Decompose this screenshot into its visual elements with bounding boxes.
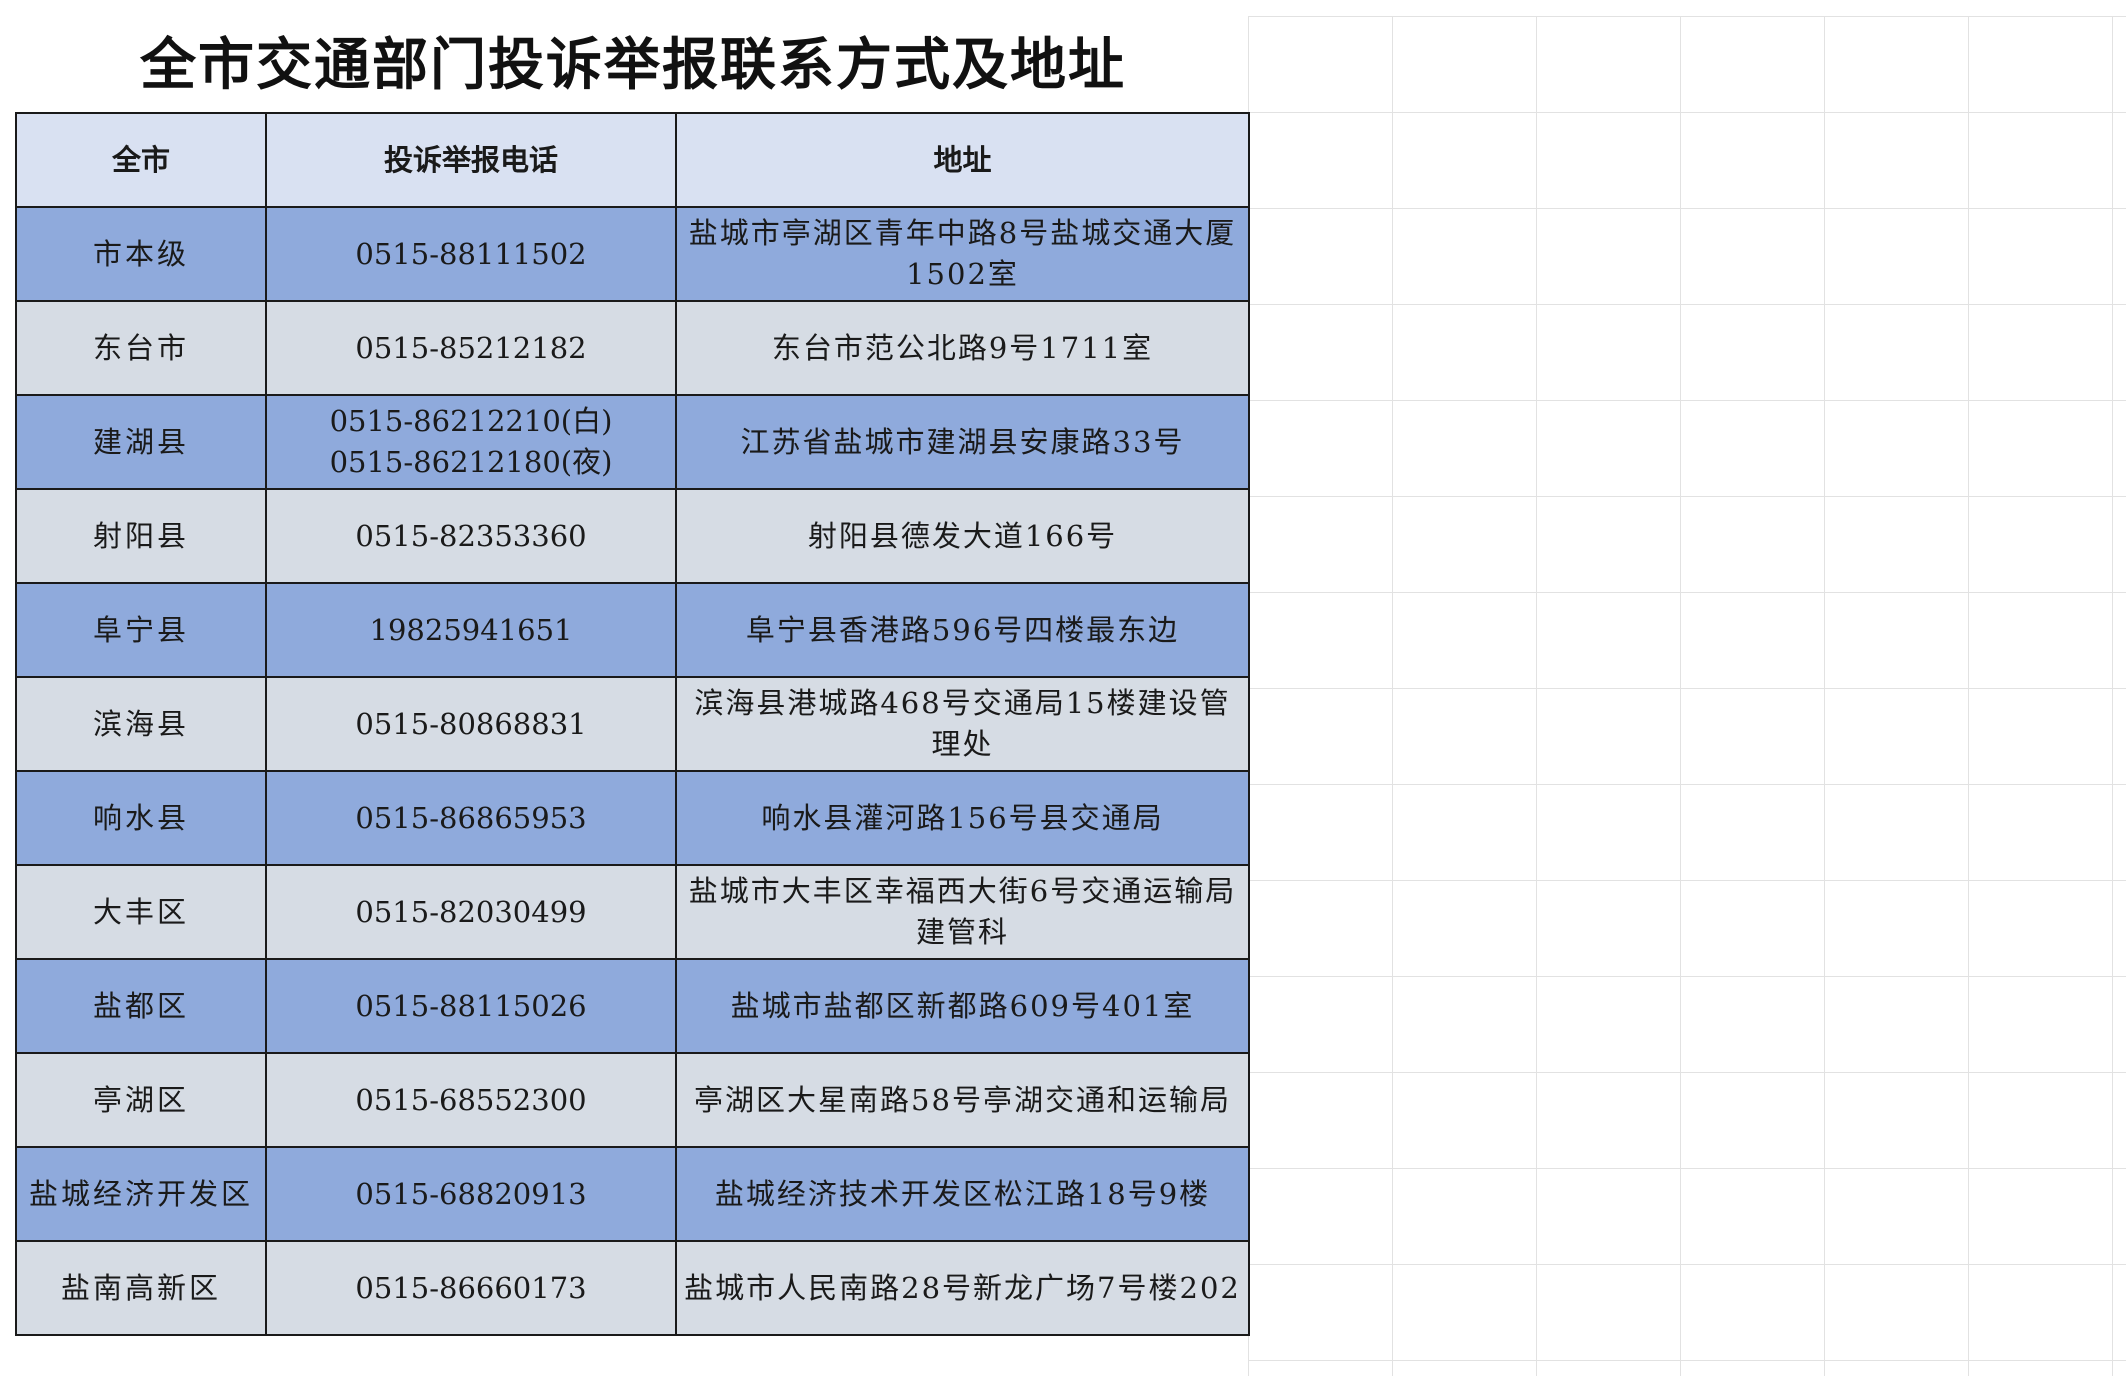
phone-cell[interactable]: 0515-85212182 bbox=[265, 300, 677, 396]
phone-cell[interactable]: 0515-80868831 bbox=[265, 676, 677, 772]
table-row: 射阳县 0515-82353360 射阳县德发大道166号 bbox=[15, 488, 1250, 584]
phone-cell[interactable]: 19825941651 bbox=[265, 582, 677, 678]
area-cell[interactable]: 阜宁县 bbox=[15, 582, 267, 678]
area-cell[interactable]: 滨海县 bbox=[15, 676, 267, 772]
phone-cell[interactable]: 0515-86660173 bbox=[265, 1240, 677, 1336]
area-cell[interactable]: 市本级 bbox=[15, 206, 267, 302]
area-cell[interactable]: 大丰区 bbox=[15, 864, 267, 960]
table-row: 亭湖区 0515-68552300 亭湖区大星南路58号亭湖交通和运输局 bbox=[15, 1052, 1250, 1148]
spreadsheet-grid bbox=[1248, 16, 2126, 1376]
header-phone[interactable]: 投诉举报电话 bbox=[265, 112, 677, 208]
table-row: 建湖县 0515-86212210(白) 0515-86212180(夜) 江苏… bbox=[15, 394, 1250, 490]
page-title: 全市交通部门投诉举报联系方式及地址 bbox=[140, 32, 1126, 98]
area-cell[interactable]: 盐城经济开发区 bbox=[15, 1146, 267, 1242]
address-cell[interactable]: 东台市范公北路9号1711室 bbox=[675, 300, 1250, 396]
header-address[interactable]: 地址 bbox=[675, 112, 1250, 208]
address-cell[interactable]: 亭湖区大星南路58号亭湖交通和运输局 bbox=[675, 1052, 1250, 1148]
table-row: 市本级 0515-88111502 盐城市亭湖区青年中路8号盐城交通大厦1502… bbox=[15, 206, 1250, 302]
address-cell[interactable]: 阜宁县香港路596号四楼最东边 bbox=[675, 582, 1250, 678]
address-cell[interactable]: 盐城市盐都区新都路609号401室 bbox=[675, 958, 1250, 1054]
address-cell[interactable]: 盐城市亭湖区青年中路8号盐城交通大厦1502室 bbox=[675, 206, 1250, 302]
table-row: 阜宁县 19825941651 阜宁县香港路596号四楼最东边 bbox=[15, 582, 1250, 678]
address-cell[interactable]: 盐城经济技术开发区松江路18号9楼 bbox=[675, 1146, 1250, 1242]
address-cell[interactable]: 盐城市大丰区幸福西大街6号交通运输局建管科 bbox=[675, 864, 1250, 960]
phone-cell[interactable]: 0515-68820913 bbox=[265, 1146, 677, 1242]
address-cell[interactable]: 滨海县港城路468号交通局15楼建设管理处 bbox=[675, 676, 1250, 772]
address-cell[interactable]: 射阳县德发大道166号 bbox=[675, 488, 1250, 584]
address-cell[interactable]: 盐城市人民南路28号新龙广场7号楼202 bbox=[675, 1240, 1250, 1336]
table-row: 盐城经济开发区 0515-68820913 盐城经济技术开发区松江路18号9楼 bbox=[15, 1146, 1250, 1242]
table-row: 盐南高新区 0515-86660173 盐城市人民南路28号新龙广场7号楼202 bbox=[15, 1240, 1250, 1336]
address-cell[interactable]: 响水县灌河路156号县交通局 bbox=[675, 770, 1250, 866]
header-area[interactable]: 全市 bbox=[15, 112, 267, 208]
table-row: 大丰区 0515-82030499 盐城市大丰区幸福西大街6号交通运输局建管科 bbox=[15, 864, 1250, 960]
phone-cell[interactable]: 0515-68552300 bbox=[265, 1052, 677, 1148]
area-cell[interactable]: 盐都区 bbox=[15, 958, 267, 1054]
phone-cell[interactable]: 0515-88115026 bbox=[265, 958, 677, 1054]
area-cell[interactable]: 响水县 bbox=[15, 770, 267, 866]
phone-cell[interactable]: 0515-82030499 bbox=[265, 864, 677, 960]
area-cell[interactable]: 东台市 bbox=[15, 300, 267, 396]
area-cell[interactable]: 盐南高新区 bbox=[15, 1240, 267, 1336]
table-row: 响水县 0515-86865953 响水县灌河路156号县交通局 bbox=[15, 770, 1250, 866]
area-cell[interactable]: 亭湖区 bbox=[15, 1052, 267, 1148]
table-row: 东台市 0515-85212182 东台市范公北路9号1711室 bbox=[15, 300, 1250, 396]
address-cell[interactable]: 江苏省盐城市建湖县安康路33号 bbox=[675, 394, 1250, 490]
phone-cell[interactable]: 0515-86212210(白) 0515-86212180(夜) bbox=[265, 394, 677, 490]
area-cell[interactable]: 射阳县 bbox=[15, 488, 267, 584]
area-cell[interactable]: 建湖县 bbox=[15, 394, 267, 490]
phone-cell[interactable]: 0515-86865953 bbox=[265, 770, 677, 866]
contacts-table: 全市 投诉举报电话 地址 市本级 0515-88111502 盐城市亭湖区青年中… bbox=[15, 112, 1250, 1336]
table-row: 盐都区 0515-88115026 盐城市盐都区新都路609号401室 bbox=[15, 958, 1250, 1054]
phone-cell[interactable]: 0515-82353360 bbox=[265, 488, 677, 584]
phone-cell[interactable]: 0515-88111502 bbox=[265, 206, 677, 302]
header-row: 全市 投诉举报电话 地址 bbox=[15, 112, 1250, 208]
table-row: 滨海县 0515-80868831 滨海县港城路468号交通局15楼建设管理处 bbox=[15, 676, 1250, 772]
